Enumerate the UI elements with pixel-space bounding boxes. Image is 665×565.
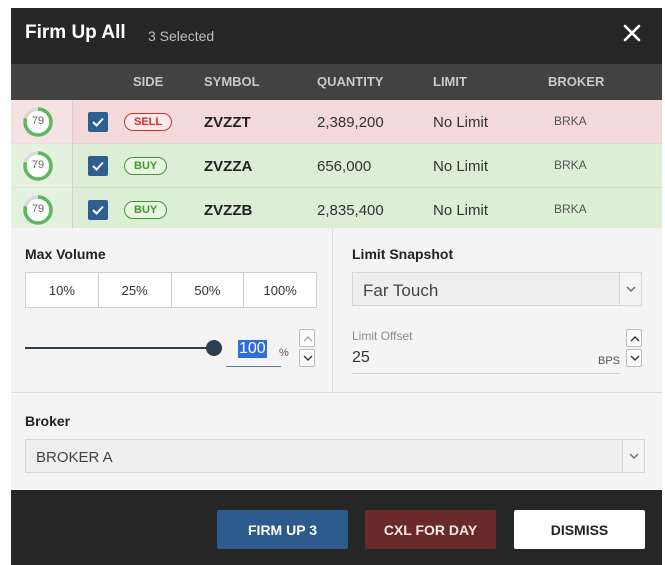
chevron-up-icon — [303, 336, 313, 342]
symbol-cell: ZVZZB — [204, 202, 253, 219]
dialog-title: Firm Up All — [25, 22, 126, 43]
volume-preset-group: 10% 25% 50% 100% — [25, 272, 317, 308]
limit-offset-unit: BPS — [597, 355, 620, 367]
side-badge: BUY — [124, 157, 168, 175]
preset-10-button[interactable]: 10% — [26, 273, 99, 307]
max-volume-panel: Max Volume 10% 25% 50% 100% 100 % — [11, 228, 333, 392]
preset-100-button[interactable]: 100% — [244, 273, 316, 307]
cxl-for-day-button[interactable]: CXL FOR DAY — [365, 510, 496, 549]
volume-slider-track[interactable] — [25, 347, 215, 349]
dismiss-button[interactable]: DISMISS — [514, 510, 645, 549]
column-header-limit: LIMIT — [433, 74, 467, 89]
chevron-down-icon — [619, 273, 641, 305]
row-checkbox[interactable] — [88, 200, 108, 220]
column-header-side: SIDE — [133, 74, 164, 89]
quantity-cell: 656,000 — [317, 158, 372, 175]
dialog-header: Firm Up All 3 Selected — [11, 8, 662, 64]
limit-snapshot-select[interactable]: Far Touch — [352, 272, 642, 306]
chevron-down-icon — [622, 440, 644, 472]
limit-cell: No Limit — [433, 158, 489, 175]
limit-cell: No Limit — [433, 114, 489, 131]
chevron-up-icon — [630, 336, 640, 342]
symbol-cell: ZVZZA — [204, 158, 253, 175]
check-icon — [92, 117, 104, 127]
broker-cell: BRKA — [554, 202, 587, 216]
row-checkbox[interactable] — [88, 112, 108, 132]
dialog-footer: FIRM UP 3 CXL FOR DAY DISMISS — [11, 490, 662, 565]
score-value: 79 — [31, 159, 45, 171]
limit-offset-input[interactable]: 25 BPS — [352, 346, 620, 374]
limit-snapshot-panel: Limit Snapshot Far Touch Limit Offset 25… — [333, 228, 662, 392]
check-icon — [92, 161, 104, 171]
volume-value: 100 — [238, 340, 267, 358]
score-value: 79 — [31, 115, 45, 127]
chevron-down-icon — [630, 355, 640, 361]
offset-increment-button[interactable] — [626, 329, 642, 347]
broker-cell: BRKA — [554, 114, 587, 128]
firm-up-dialog: Firm Up All 3 Selected SIDE SYMBOL QUANT… — [11, 8, 662, 565]
limit-offset-stepper — [626, 329, 642, 367]
limit-offset-label: Limit Offset — [352, 329, 413, 343]
limit-snapshot-title: Limit Snapshot — [352, 246, 454, 262]
order-row[interactable]: 79 BUY ZVZZB 2,835,400 No Limit BRKA — [11, 188, 662, 232]
broker-cell: BRKA — [554, 158, 587, 172]
preset-25-button[interactable]: 25% — [98, 273, 172, 307]
column-header-symbol: SYMBOL — [204, 74, 260, 89]
check-icon — [92, 205, 104, 215]
quantity-cell: 2,835,400 — [317, 202, 384, 219]
volume-increment-button[interactable] — [299, 329, 315, 347]
chevron-down-icon — [303, 355, 313, 361]
volume-unit: % — [279, 347, 289, 359]
limit-cell: No Limit — [433, 202, 489, 219]
side-badge: BUY — [124, 201, 168, 219]
column-header-row: SIDE SYMBOL QUANTITY LIMIT BROKER — [11, 64, 662, 100]
symbol-cell: ZVZZT — [204, 114, 251, 131]
order-row[interactable]: 79 BUY ZVZZA 656,000 No Limit BRKA — [11, 144, 662, 188]
volume-decrement-button[interactable] — [299, 349, 315, 367]
column-header-broker: BROKER — [548, 74, 605, 89]
volume-slider-handle[interactable] — [206, 340, 222, 356]
firm-up-button[interactable]: FIRM UP 3 — [217, 510, 348, 549]
quantity-cell: 2,389,200 — [317, 114, 384, 131]
score-value: 79 — [31, 203, 45, 215]
limit-snapshot-value: Far Touch — [363, 281, 439, 300]
row-checkbox[interactable] — [88, 156, 108, 176]
broker-select[interactable]: BROKER A — [25, 439, 645, 473]
order-row[interactable]: 79 SELL ZVZZT 2,389,200 No Limit BRKA — [11, 100, 662, 144]
broker-value: BROKER A — [36, 449, 113, 466]
limit-offset-value: 25 — [352, 349, 370, 366]
broker-title: Broker — [25, 413, 71, 429]
close-icon[interactable] — [619, 20, 645, 46]
column-header-quantity: QUANTITY — [317, 74, 384, 89]
max-volume-title: Max Volume — [25, 246, 106, 262]
broker-panel: Broker BROKER A — [11, 392, 662, 490]
offset-decrement-button[interactable] — [626, 349, 642, 367]
volume-input[interactable]: 100 — [226, 337, 281, 367]
preset-50-button[interactable]: 50% — [171, 273, 245, 307]
volume-stepper — [299, 329, 315, 367]
side-badge: SELL — [124, 113, 173, 131]
selected-count: 3 Selected — [148, 28, 215, 44]
